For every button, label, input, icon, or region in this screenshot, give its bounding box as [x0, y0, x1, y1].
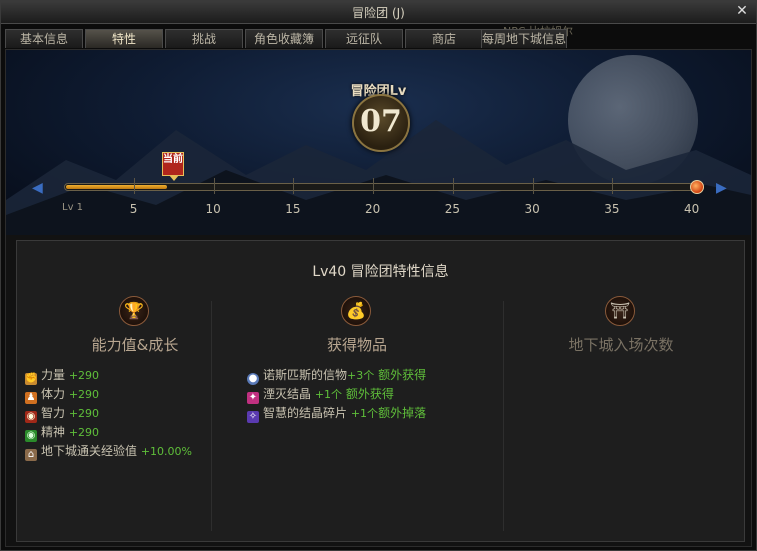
progress-tick-label: 15 [285, 202, 301, 216]
stat-row-dungeon-exp: ⌂ 地下城通关经验值 +10.00% [25, 442, 192, 461]
stats-growth-column: 🏆 能力值&成长 ✊ 力量 +290 ♟ 体力 +290 ◉ 智力 +290 ◉ 精神 … [13, 296, 257, 536]
progress-tick [214, 178, 215, 194]
dungeon-exp-icon: ⌂ [25, 449, 37, 461]
crystal-shard-icon: ✧ [247, 411, 259, 423]
max-level-orb-icon [690, 180, 704, 194]
progress-tick [612, 178, 613, 194]
token-orb-icon: ● [247, 373, 259, 385]
level-banner: 冒险团Lv 07 当前 ◀ ▶ Lv 1 5 10 15 20 25 30 35 40 [6, 50, 751, 235]
level-value: 07 [360, 104, 402, 139]
progress-tick-label: 40 [684, 202, 700, 216]
title-bar[interactable]: 冒险团 (J) ✕ [1, 1, 756, 24]
tab-expedition[interactable]: 远征队 [325, 29, 403, 48]
tab-shop[interactable]: 商店 [405, 29, 483, 48]
level-progress-track [64, 183, 698, 191]
dungeon-gate-icon: ⛩ [605, 296, 635, 326]
stat-row-strength: ✊ 力量 +290 [25, 368, 100, 385]
stats-growth-title: 能力值&成长 [91, 336, 179, 354]
progress-tick-label: 30 [524, 202, 540, 216]
intelligence-eye-icon: ◉ [25, 411, 37, 423]
scroll-left-arrow-icon[interactable]: ◀ [32, 180, 43, 196]
dungeon-entry-column: ⛩ 地下城入场次数 [499, 296, 743, 536]
progress-tick [134, 178, 135, 194]
obtained-items-title: 获得物品 [326, 336, 387, 354]
progress-tick-label: 35 [604, 202, 620, 216]
spirit-eye-icon: ◉ [25, 430, 37, 442]
close-icon[interactable]: ✕ [734, 3, 750, 19]
stat-row-spirit: ◉ 精神 +290 [25, 425, 100, 442]
progress-tick-label: 25 [444, 202, 461, 216]
progress-tick-label: 20 [365, 202, 381, 216]
tab-character-collection[interactable]: 角色收藏簿 [245, 29, 323, 48]
current-level-marker: 当前 [162, 152, 184, 181]
panel-title: Lv40 冒险团特性信息 [312, 264, 449, 280]
progress-tick-label: 5 [129, 202, 138, 216]
progress-tick [373, 178, 374, 194]
adventure-team-window: 冒险团 (J) ✕ NPC 比拉姆尔 基本信息 特性 挑战 角色收藏簿 远征队 … [0, 0, 757, 551]
progress-tick [533, 178, 534, 194]
window-title: 冒险团 (J) [352, 6, 405, 20]
stat-row-vitality: ♟ 体力 +290 [25, 387, 100, 404]
vitality-figure-icon: ♟ [25, 392, 37, 404]
tab-weekly-dungeon-info[interactable]: 每周地下城信息 [481, 29, 567, 48]
item-row-crystal: ✦ 湮灭结晶 +1个 额外获得 [247, 387, 394, 404]
level-progress-fill [66, 185, 167, 189]
crystal-icon: ✦ [247, 392, 259, 404]
tab-traits[interactable]: 特性 [85, 29, 163, 48]
item-row-crystal-shard: ✧ 智慧的结晶碎片 +1个额外掉落 [247, 406, 427, 423]
trait-info-panel: Lv40 冒险团特性信息 🏆 能力值&成长 ✊ 力量 +290 ♟ 体力 +290 … [16, 240, 745, 542]
progress-tick [293, 178, 294, 194]
tab-basic-info[interactable]: 基本信息 [5, 29, 83, 48]
item-bag-icon: 💰 [341, 296, 371, 326]
scroll-right-arrow-icon[interactable]: ▶ [716, 180, 727, 196]
tab-challenge[interactable]: 挑战 [165, 29, 243, 48]
item-row-token: ● 诺斯匹斯的信物+3个 额外获得 [247, 368, 427, 385]
progress-tick-label: 10 [205, 202, 221, 216]
golden-statue-icon: 🏆 [119, 296, 149, 326]
strength-arm-icon: ✊ [25, 373, 38, 385]
content-area: 冒险团Lv 07 当前 ◀ ▶ Lv 1 5 10 15 20 25 30 35 40 Lv40… [5, 49, 752, 547]
progress-tick-label: Lv 1 [62, 202, 84, 213]
progress-tick [453, 178, 454, 194]
dungeon-entry-title: 地下城入场次数 [568, 336, 674, 354]
level-badge: 07 [352, 94, 410, 152]
stat-row-intelligence: ◉ 智力 +290 [25, 406, 100, 423]
obtained-items-column: 💰 获得物品 ● 诺斯匹斯的信物+3个 额外获得 ✦ 湮灭结晶 +1个 额外获得 ✧… [235, 296, 479, 536]
